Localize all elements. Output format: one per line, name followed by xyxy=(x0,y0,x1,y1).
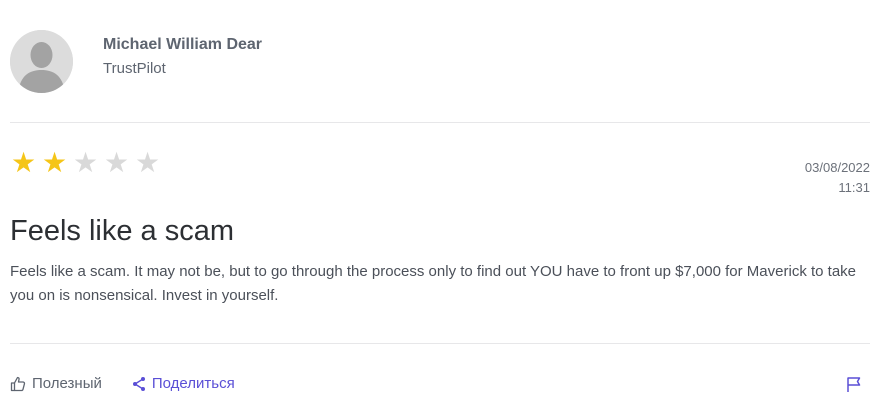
review-datetime: 03/08/2022 11:31 xyxy=(805,158,870,198)
divider-bottom xyxy=(10,343,870,344)
star-rating: ★ ★ ★ ★ ★ xyxy=(10,148,161,178)
helpful-button[interactable]: Полезный xyxy=(10,374,102,394)
review-card: Michael William Dear TrustPilot ★ ★ ★ ★ ★ 03… xyxy=(0,0,891,407)
flag-icon xyxy=(846,376,862,398)
star-empty-icon: ★ xyxy=(134,147,161,178)
share-label: Поделиться xyxy=(151,375,235,392)
review-title: Feels like a scam xyxy=(10,215,235,247)
review-body: Feels like a scam. It may not be, but to… xyxy=(10,263,857,304)
review-date: 03/08/2022 xyxy=(804,160,870,175)
share-button[interactable]: Поделиться xyxy=(132,374,235,394)
helpful-label: Полезный xyxy=(32,375,102,392)
thumbs-up-icon xyxy=(10,376,26,392)
star-filled-icon: ★ xyxy=(10,147,37,178)
author-info: Michael William Dear TrustPilot xyxy=(103,35,262,79)
author-name: Michael William Dear xyxy=(103,36,263,53)
share-icon xyxy=(132,376,146,392)
avatar xyxy=(10,29,73,93)
review-actions: Полезный Поделиться xyxy=(10,374,235,394)
report-flag-button[interactable] xyxy=(846,376,862,398)
user-silhouette-icon xyxy=(10,29,73,93)
review-header: Michael William Dear TrustPilot xyxy=(10,29,262,93)
divider-top xyxy=(10,122,870,123)
review-source: TrustPilot xyxy=(103,60,166,77)
review-time: 11:31 xyxy=(838,180,870,195)
star-empty-icon: ★ xyxy=(103,147,130,178)
star-filled-icon: ★ xyxy=(41,147,68,178)
star-empty-icon: ★ xyxy=(72,147,99,178)
